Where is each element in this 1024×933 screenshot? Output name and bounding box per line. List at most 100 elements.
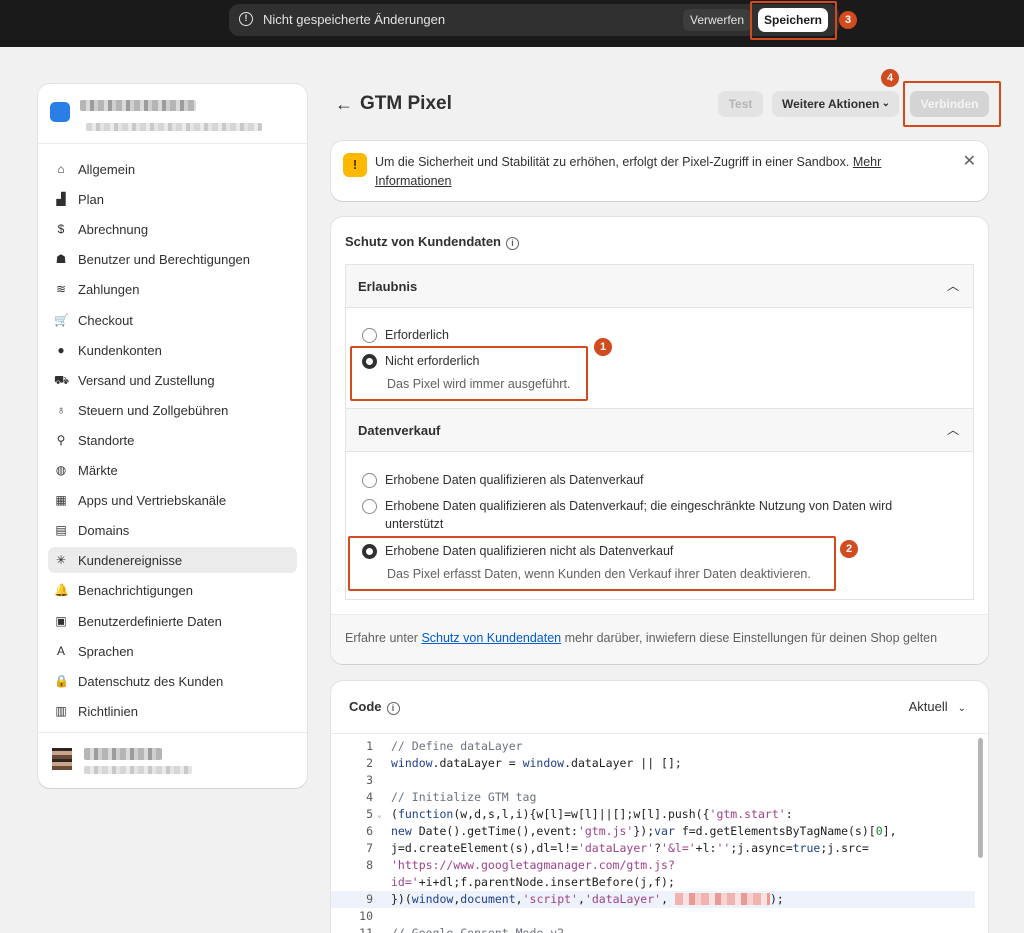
sidebar-item-label: Sprachen bbox=[78, 643, 134, 659]
page-title: GTM Pixel bbox=[360, 93, 452, 114]
info-icon: ! bbox=[239, 12, 253, 26]
code-line: 8'https://www.googletagmanager.com/gtm.j… bbox=[366, 858, 675, 872]
annotation-box-3 bbox=[750, 1, 837, 40]
events-icon: ✳ bbox=[55, 553, 67, 568]
plan-chart-icon: ▟ bbox=[56, 192, 66, 207]
sidebar-item-billing[interactable]: $ Abrechnung bbox=[48, 216, 297, 242]
sidebar-item-label: Benachrichtigungen bbox=[78, 583, 193, 599]
sidebar-item-policies[interactable]: ▥ Richtlinien bbox=[48, 698, 297, 724]
chevron-up-icon: ︿ bbox=[946, 423, 959, 437]
close-icon[interactable]: ✕ bbox=[963, 151, 976, 171]
sidebar-item-label: Zahlungen bbox=[78, 282, 140, 298]
radio-sale-qualifies[interactable] bbox=[362, 473, 377, 488]
sidebar-item-label: Richtlinien bbox=[78, 703, 138, 719]
sidebar-item-cart[interactable]: 🛒 Checkout bbox=[48, 307, 297, 333]
info-icon[interactable]: i bbox=[506, 237, 519, 250]
payments-icon: ≋ bbox=[55, 282, 67, 297]
customer-privacy-card: Schutz von Kundendaten i Erlaubnis ︿ Erfo… bbox=[331, 217, 988, 664]
code-editor[interactable]: 1// Define dataLayer 2 window.dataLayer =… bbox=[331, 733, 988, 933]
languages-icon: A bbox=[56, 643, 65, 658]
sandbox-banner: ! Um die Sicherheit und Stabilität zu er… bbox=[331, 141, 988, 201]
sidebar-item-users[interactable]: ☗ Benutzer und Berechtigungen bbox=[48, 246, 297, 272]
sidebar-item-label: Benutzer und Berechtigungen bbox=[78, 252, 251, 268]
sidebar-item-bell[interactable]: 🔔 Benachrichtigungen bbox=[48, 577, 297, 603]
sidebar-item-label: Plan bbox=[78, 192, 105, 208]
option-required-label: Erforderlich bbox=[385, 328, 449, 342]
store-icon: ⌂ bbox=[57, 162, 65, 176]
code-card: Code i Aktuell ⌄ 1// Define dataLayer 2 win… bbox=[331, 681, 988, 933]
back-arrow-icon[interactable]: ← bbox=[335, 94, 353, 115]
option-sale-limited-use-label: Erhobene Daten qualifizieren als Datenve… bbox=[385, 499, 893, 531]
sidebar-item-label: Allgemein bbox=[78, 162, 136, 177]
sidebar-item-person[interactable]: ● Kundenkonten bbox=[48, 337, 297, 363]
code-line-active: 9})(window,document,'script','dataLayer'… bbox=[331, 891, 975, 908]
chevron-down-icon: ⌄ bbox=[881, 98, 890, 109]
cart-icon: 🛒 bbox=[54, 312, 69, 327]
store-logo bbox=[50, 102, 70, 122]
radio-required[interactable] bbox=[362, 328, 377, 343]
unsaved-message: Nicht gespeicherte Änderungen bbox=[263, 12, 446, 27]
annotation-number-4: 4 bbox=[881, 69, 899, 87]
store-name-redacted bbox=[80, 100, 196, 111]
user-account[interactable] bbox=[38, 732, 307, 788]
sidebar-item-plan-chart[interactable]: ▟ Plan bbox=[48, 186, 297, 212]
discard-button[interactable]: Verwerfen bbox=[683, 9, 751, 31]
bell-icon: 🔔 bbox=[54, 583, 69, 598]
sidebar-item-events[interactable]: ✳ Kundenereignisse bbox=[48, 547, 297, 574]
sidebar-item-domains[interactable]: ▤ Domains bbox=[48, 517, 297, 543]
sidebar-item-store[interactable]: ⌂ Allgemein bbox=[48, 156, 297, 182]
sidebar-item-custom-data[interactable]: ▣ Benutzerdefinierte Daten bbox=[48, 608, 297, 634]
store-url-redacted bbox=[86, 123, 262, 131]
test-button[interactable]: Test bbox=[718, 91, 763, 117]
annotation-box-1 bbox=[350, 346, 588, 401]
sidebar-item-label: Benutzerdefinierte Daten bbox=[78, 613, 222, 629]
fold-chevron-icon[interactable]: ⌄ bbox=[377, 806, 382, 823]
globe-icon: ◍ bbox=[55, 463, 67, 477]
version-select[interactable]: Aktuell ⌄ bbox=[909, 699, 966, 714]
permission-header[interactable]: Erlaubnis ︿ bbox=[346, 265, 973, 308]
tax-bag-icon: ♁ bbox=[56, 402, 66, 417]
data-sale-header[interactable]: Datenverkauf ︿ bbox=[346, 409, 973, 452]
privacy-link[interactable]: Schutz von Kundendaten bbox=[421, 631, 561, 645]
avatar bbox=[52, 748, 72, 770]
sidebar-item-tax-bag[interactable]: ♁ Steuern und Zollgebühren bbox=[48, 397, 297, 423]
container-id-redacted bbox=[674, 893, 770, 905]
annotation-box-2 bbox=[348, 536, 836, 591]
annotation-number-1: 1 bbox=[594, 338, 612, 356]
sidebar-item-label: Checkout bbox=[78, 312, 133, 328]
billing-icon: $ bbox=[57, 222, 65, 237]
option-sale-qualifies-label: Erhobene Daten qualifizieren als Datenve… bbox=[385, 473, 644, 487]
sidebar-item-label: Versand und Zustellung bbox=[78, 372, 215, 388]
more-actions-label: Weitere Aktionen bbox=[782, 97, 880, 111]
code-line: 4// Initialize GTM tag bbox=[366, 790, 537, 804]
editor-scrollbar[interactable] bbox=[978, 738, 983, 858]
code-line: 2 window.dataLayer = window.dataLayer || … bbox=[366, 756, 682, 770]
code-line: 5 ⌄ (function(w,d,s,l,i){w[l]=w[l]||[];w[l… bbox=[366, 806, 793, 823]
annotation-box-4 bbox=[903, 81, 1001, 127]
sidebar-item-lock[interactable]: 🔒 Datenschutz des Kunden bbox=[48, 668, 297, 694]
code-line: 11// Google Consent Mode v2 bbox=[359, 926, 565, 933]
sidebar-item-globe[interactable]: ◍ Märkte bbox=[48, 457, 297, 483]
apps-icon: ▦ bbox=[55, 493, 67, 508]
sidebar-item-languages[interactable]: A Sprachen bbox=[48, 638, 297, 664]
privacy-title: Schutz von Kundendaten i bbox=[345, 234, 519, 250]
sidebar-item-location-pin[interactable]: ⚲ Standorte bbox=[48, 427, 297, 453]
store-header[interactable] bbox=[38, 84, 307, 144]
banner-text: Um die Sicherheit und Stabilität zu erhö… bbox=[375, 155, 882, 188]
contextual-save-bar: ! Nicht gespeicherte Änderungen Verwerfe… bbox=[0, 0, 1024, 47]
info-icon[interactable]: i bbox=[386, 702, 400, 715]
more-actions-button[interactable]: Weitere Aktionen ⌄ bbox=[772, 91, 899, 117]
sidebar-item-label: Kundenkonten bbox=[78, 342, 162, 358]
warning-icon: ! bbox=[343, 153, 367, 177]
radio-sale-limited-use[interactable] bbox=[362, 499, 377, 514]
sidebar-item-truck[interactable]: ⛟ Versand und Zustellung bbox=[48, 367, 297, 393]
location-pin-icon: ⚲ bbox=[56, 432, 66, 447]
code-line: 3 bbox=[366, 773, 373, 787]
sidebar-item-payments[interactable]: ≋ Zahlungen bbox=[48, 276, 297, 302]
sidebar-item-apps[interactable]: ▦ Apps und Vertriebskanäle bbox=[48, 487, 297, 513]
sidebar-item-label: Apps und Vertriebskanäle bbox=[78, 493, 227, 509]
chevron-up-icon: ︿ bbox=[946, 279, 959, 293]
settings-sidebar: ⌂ Allgemein ▟ Plan $ Abrechnung ☗ Benutzer und … bbox=[38, 84, 307, 788]
code-line: 10 bbox=[359, 909, 373, 923]
privacy-footnote: Erfahre unter Schutz von Kundendaten meh… bbox=[345, 631, 938, 645]
